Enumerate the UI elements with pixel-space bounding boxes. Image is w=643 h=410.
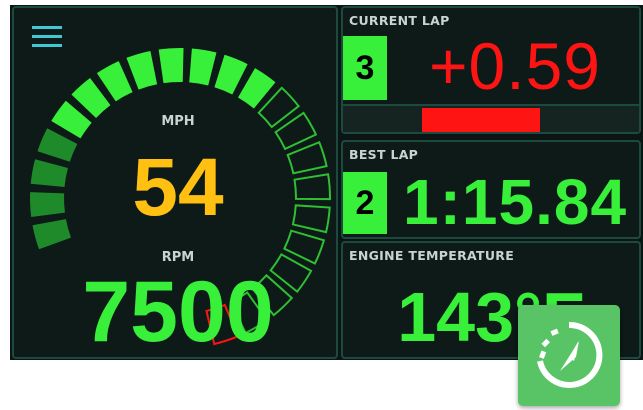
speed-unit-label: MPH (161, 114, 195, 129)
best-lap-panel: BEST LAP 2 1:15.84 (341, 140, 641, 239)
current-lap-header: CURRENT LAP (349, 13, 450, 28)
rpm-gauge-segment (214, 54, 248, 95)
best-lap-time: 1:15.84 (402, 166, 628, 238)
rpm-gauge-segment (158, 48, 184, 84)
rpm-value: 7500 (82, 264, 274, 360)
rpm-gauge-segment (291, 204, 331, 234)
lap-delta-value: +0.59 (429, 29, 601, 103)
rpm-gauge-segment (286, 140, 328, 175)
rpm-gauge-segment (32, 219, 71, 250)
best-lap-header: BEST LAP (349, 147, 419, 162)
compass-timer-icon (537, 321, 603, 388)
rpm-gauge-segment (189, 48, 217, 86)
lap-timer-button[interactable] (518, 305, 620, 406)
rpm-unit-label: RPM (161, 250, 195, 265)
engine-temperature-header: ENGINE TEMPERATURE (349, 248, 515, 263)
rpm-gauge-segment (126, 50, 158, 90)
rpm-gauge-segment (30, 159, 68, 187)
delta-bar (421, 108, 541, 132)
delta-bar-track (343, 104, 639, 132)
current-lap-number: 3 (343, 36, 387, 100)
rpm-gauge-segment (37, 128, 78, 162)
best-lap-number: 2 (343, 172, 387, 234)
current-lap-panel: CURRENT LAP 3 +0.59 (341, 6, 641, 134)
gauge-panel: MPH 54 RPM 7500 (12, 6, 338, 360)
menu-icon[interactable] (32, 24, 66, 52)
rpm-gauge-segment (30, 192, 65, 217)
rpm-gauge-segment (238, 68, 276, 109)
speed-value: 54 (132, 142, 224, 233)
rpm-gauge-segment (293, 173, 331, 201)
